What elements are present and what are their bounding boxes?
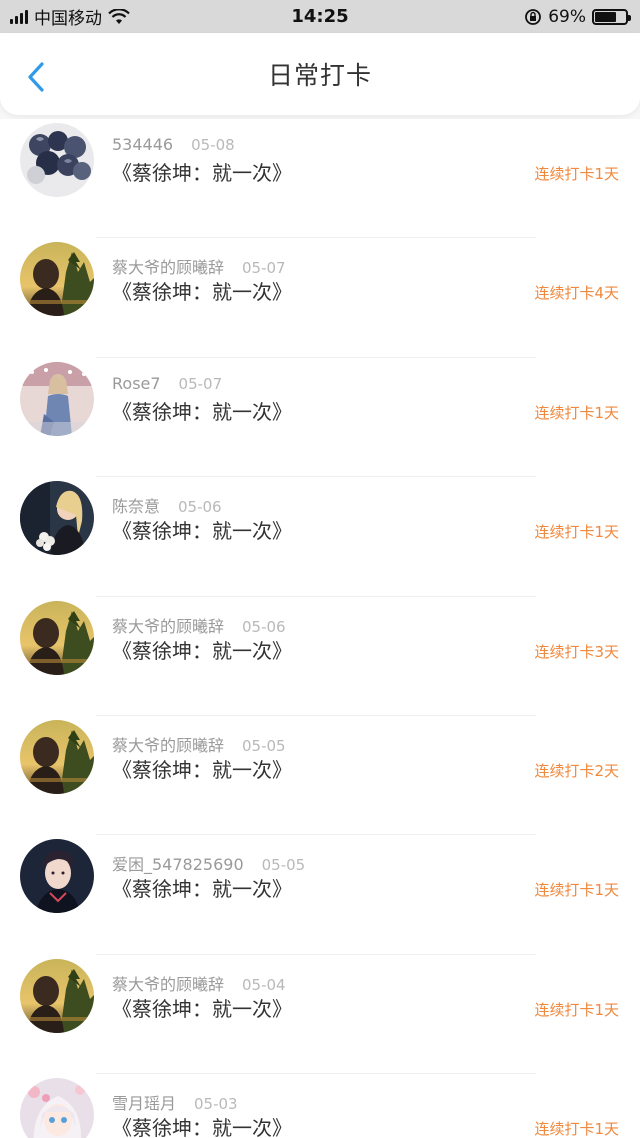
- item-meta: Rose7 05-07: [112, 374, 222, 393]
- back-button[interactable]: [16, 57, 56, 97]
- avatar[interactable]: [20, 481, 94, 556]
- nav-bar: 日常打卡: [0, 33, 640, 115]
- item-meta: 蔡大爷的顾曦辞 05-07: [112, 254, 286, 278]
- rotation-lock-icon: [525, 8, 542, 25]
- checkin-date: 05-07: [242, 259, 286, 278]
- signal-icon: [10, 9, 28, 24]
- checkin-date: 05-05: [242, 736, 286, 755]
- item-meta: 爱困_547825690 05-05: [112, 851, 305, 875]
- avatar[interactable]: [20, 958, 94, 1033]
- avatar[interactable]: [20, 719, 94, 794]
- book-title[interactable]: 《蔡徐坤：就一次》: [112, 993, 292, 1022]
- list-item[interactable]: 蔡大爷的顾曦辞 05-06 《蔡徐坤：就一次》 连续打卡3天: [0, 596, 640, 717]
- checkin-date: 05-06: [178, 498, 222, 517]
- item-meta: 534446 05-08: [112, 135, 235, 154]
- book-title[interactable]: 《蔡徐坤：就一次》: [112, 1112, 292, 1138]
- item-meta: 蔡大爷的顾曦辞 05-04: [112, 971, 286, 995]
- avatar[interactable]: [20, 839, 94, 914]
- battery-level: [595, 11, 616, 22]
- list-item[interactable]: 534446 05-08 《蔡徐坤：就一次》 连续打卡1天: [0, 119, 640, 239]
- checkin-date: 05-04: [242, 975, 286, 994]
- checkin-date: 05-03: [194, 1095, 238, 1114]
- status-right: 69%: [524, 6, 631, 27]
- book-title[interactable]: 《蔡徐坤：就一次》: [112, 157, 292, 186]
- username[interactable]: 蔡大爷的顾曦辞: [112, 254, 224, 278]
- checkin-date: 05-07: [178, 374, 223, 393]
- wifi-icon: [108, 8, 130, 24]
- streak-label: 连续打卡1天: [534, 1000, 619, 1019]
- streak-label: 连续打卡1天: [534, 1120, 619, 1138]
- book-title[interactable]: 《蔡徐坤：就一次》: [112, 873, 292, 902]
- streak-label: 连续打卡3天: [534, 642, 619, 661]
- battery-icon: [592, 8, 631, 25]
- username[interactable]: Rose7: [112, 374, 161, 393]
- username[interactable]: 蔡大爷的顾曦辞: [112, 971, 224, 995]
- streak-label: 连续打卡1天: [534, 523, 619, 542]
- item-meta: 陈奈意 05-06: [112, 493, 222, 517]
- status-bar: 中国移动 14:25 69%: [0, 0, 640, 33]
- username[interactable]: 蔡大爷的顾曦辞: [112, 613, 224, 637]
- book-title[interactable]: 《蔡徐坤：就一次》: [112, 754, 292, 783]
- username[interactable]: 雪月瑶月: [112, 1090, 176, 1114]
- list-item[interactable]: Rose7 05-07 《蔡徐坤：就一次》 连续打卡1天: [0, 357, 640, 478]
- carrier-label: 中国移动: [34, 9, 102, 29]
- list-item[interactable]: 爱困_547825690 05-05 《蔡徐坤：就一次》 连续打卡1天: [0, 835, 640, 956]
- username[interactable]: 爱困_547825690: [112, 851, 244, 875]
- checkin-date: 05-05: [261, 856, 306, 875]
- username[interactable]: 534446: [112, 135, 173, 154]
- username[interactable]: 陈奈意: [112, 493, 160, 517]
- list-item[interactable]: 陈奈意 05-06 《蔡徐坤：就一次》 连续打卡1天: [0, 477, 640, 597]
- streak-label: 连续打卡2天: [534, 761, 619, 780]
- username[interactable]: 蔡大爷的顾曦辞: [112, 732, 224, 756]
- avatar[interactable]: [20, 123, 94, 197]
- checkin-date: 05-08: [191, 136, 235, 154]
- list-item[interactable]: 雪月瑶月 05-03 《蔡徐坤：就一次》 连续打卡1天: [0, 1074, 640, 1138]
- item-meta: 蔡大爷的顾曦辞 05-05: [112, 732, 286, 756]
- battery-percent: 69%: [548, 6, 586, 27]
- status-left: 中国移动: [10, 4, 130, 29]
- chevron-left-icon: [28, 62, 44, 92]
- clock: 14:25: [291, 6, 349, 27]
- streak-label: 连续打卡1天: [534, 165, 619, 183]
- book-title[interactable]: 《蔡徐坤：就一次》: [112, 276, 292, 305]
- avatar[interactable]: [20, 242, 94, 317]
- checkin-date: 05-06: [242, 617, 286, 636]
- page-title: 日常打卡: [267, 61, 372, 90]
- avatar[interactable]: [20, 361, 94, 436]
- item-meta: 雪月瑶月 05-03: [112, 1090, 238, 1114]
- item-meta: 蔡大爷的顾曦辞 05-06: [112, 613, 286, 637]
- book-title[interactable]: 《蔡徐坤：就一次》: [112, 635, 292, 664]
- streak-label: 连续打卡4天: [534, 284, 619, 303]
- list-item[interactable]: 蔡大爷的顾曦辞 05-07 《蔡徐坤：就一次》 连续打卡4天: [0, 238, 640, 359]
- streak-label: 连续打卡1天: [534, 881, 619, 900]
- list-item[interactable]: 蔡大爷的顾曦辞 05-05 《蔡徐坤：就一次》 连续打卡2天: [0, 715, 640, 836]
- avatar[interactable]: [20, 600, 94, 675]
- book-title[interactable]: 《蔡徐坤：就一次》: [112, 396, 292, 425]
- checkin-list: 534446 05-08 《蔡徐坤：就一次》 连续打卡1天 蔡大爷的顾曦辞 05-07 《蔡…: [0, 119, 640, 1138]
- book-title[interactable]: 《蔡徐坤：就一次》: [112, 515, 292, 544]
- list-item[interactable]: 蔡大爷的顾曦辞 05-04 《蔡徐坤：就一次》 连续打卡1天: [0, 954, 640, 1075]
- avatar[interactable]: [20, 1078, 94, 1138]
- streak-label: 连续打卡1天: [534, 403, 619, 422]
